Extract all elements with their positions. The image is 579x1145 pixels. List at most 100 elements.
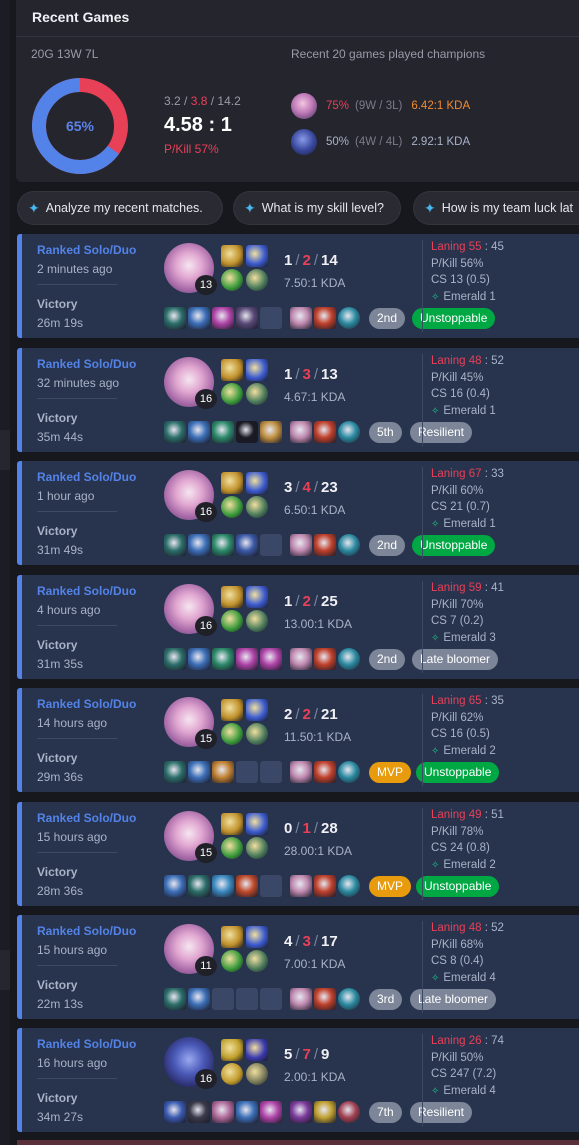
laning-value: 48 [468, 922, 482, 934]
item-build [164, 648, 362, 670]
match-card[interactable]: Ranked Solo/Duo 32 minutes ago Victory 35m … [17, 348, 579, 452]
kill-participation: P/Kill 62% [431, 711, 484, 724]
time-ago: 15 hours ago [37, 830, 108, 844]
item-slot-icon [188, 307, 210, 329]
champion-level: 16 [195, 1069, 217, 1089]
separator: / [295, 820, 300, 837]
placement-badge: 5th [369, 422, 402, 443]
item-slot-icon [260, 307, 282, 329]
summoner-spell-icon [221, 586, 243, 608]
rune-icon [221, 383, 243, 405]
divider [422, 467, 423, 559]
sidebar-tab [0, 950, 10, 990]
separator: / [313, 479, 319, 496]
time-ago: 16 hours ago [37, 1056, 108, 1070]
divider [16, 36, 579, 37]
ward-icon [338, 875, 360, 897]
separator: / [313, 820, 319, 837]
laning-value: 59 [468, 582, 482, 594]
match-card[interactable]: Ranked Solo/Duo 4 hours ago Victory 31m 35s… [17, 575, 579, 679]
item-slot-icon [236, 648, 258, 670]
item-slot-icon [290, 534, 312, 556]
item-slot-icon [212, 534, 234, 556]
laning-opponent-value: 35 [491, 695, 504, 707]
kda-ratio: 7.50:1 KDA [284, 276, 346, 290]
separator: / [295, 252, 300, 269]
separator: / [313, 252, 319, 269]
champion-kda: 6.42:1 KDA [411, 100, 471, 112]
rune-icon [221, 723, 243, 745]
item-slot-icon [164, 307, 186, 329]
match-result: Victory [37, 638, 78, 652]
creep-score: CS 16 (0.4) [431, 388, 490, 400]
rune-icon [221, 496, 243, 518]
queue-type: Ranked Solo/Duo [37, 697, 137, 711]
chip-label: How is my team luck lat [441, 201, 574, 215]
time-ago: 32 minutes ago [37, 376, 120, 390]
separator: / [313, 366, 319, 383]
recent-champion-row[interactable]: 75% (9W / 3L) 6.42:1 KDA [291, 92, 470, 120]
ai-prompt-chip[interactable]: ✦ Analyze my recent matches. [17, 191, 223, 225]
match-duration: 28m 36s [37, 884, 84, 898]
kda-score: 1/2/14 [284, 252, 338, 269]
laning-score: Laning 48 : 52 [431, 353, 504, 370]
divider [422, 921, 423, 1013]
match-card[interactable]: Ranked Solo/Duo 2 minutes ago Victory 26m 1… [17, 234, 579, 338]
avg-deaths: 3.8 [190, 94, 208, 108]
average-rank: ✧ Emerald 1 [431, 403, 504, 421]
item-build [164, 761, 362, 783]
match-card[interactable]: Ranked Solo/Duo 1 hour ago Victory 31m 49s 1… [17, 461, 579, 565]
kda-score: 5/7/9 [284, 1046, 329, 1063]
laning-opponent-value: 74 [491, 1035, 504, 1047]
match-stats: Laning 49 : 51 P/Kill 78% CS 24 (0.8) ✧ Emer… [431, 807, 504, 874]
kda-ratio: 4.58 : 1 [164, 114, 232, 136]
match-result: Victory [37, 524, 78, 538]
sparkle-icon: ✦ [28, 199, 40, 216]
item-build [164, 988, 362, 1010]
deaths: 1 [302, 820, 311, 837]
summoner-spell-icon [246, 359, 268, 381]
average-rank: ✧ Emerald 1 [431, 289, 504, 307]
champion-kda: 2.92:1 KDA [411, 136, 471, 148]
assists: 9 [321, 1046, 330, 1063]
summoner-spell-icon [246, 1039, 268, 1061]
match-card[interactable]: Ranked Solo/Duo 15 hours ago Victory 28m 36… [17, 802, 579, 906]
match-card[interactable]: Ranked Solo/Duo 14 hours ago Victory 29m 36… [17, 688, 579, 792]
item-slot-icon [314, 534, 336, 556]
item-slot-icon [290, 875, 312, 897]
kda-score: 0/1/28 [284, 820, 338, 837]
laning-colon: : [481, 1035, 492, 1047]
item-slot-icon [314, 761, 336, 783]
kda-ratio: 4.67:1 KDA [284, 390, 346, 404]
match-card[interactable]: Ranked Solo/Duo 15 hours ago Victory 22m 13… [17, 915, 579, 1019]
match-result: Victory [37, 751, 78, 765]
item-build [164, 875, 362, 897]
performance-tag: Unstoppable [416, 876, 500, 897]
match-stats: Laning 48 : 52 P/Kill 68% CS 8 (0.4) ✧ Emera… [431, 920, 504, 987]
ai-prompt-chip[interactable]: ✦ What is my skill level? [233, 191, 401, 225]
placement-badge: 2nd [369, 535, 406, 556]
winrate-label: 65% [65, 118, 95, 134]
placement-badge: 2nd [369, 308, 406, 329]
ward-icon [338, 1101, 360, 1123]
rune-tree-icon [246, 723, 268, 745]
match-card[interactable]: Ranked Solo/Duo 16 hours ago Victory 34m 27… [17, 1028, 579, 1132]
item-slot-icon [212, 307, 234, 329]
rune-icon [221, 837, 243, 859]
champion-win-loss: (4W / 4L) [355, 136, 403, 148]
recent-champion-row[interactable]: 50% (4W / 4L) 2.92:1 KDA [291, 128, 470, 156]
item-slot-icon [290, 761, 312, 783]
rune-tree-icon [246, 496, 268, 518]
ai-prompt-chip[interactable]: ✦ How is my team luck lat [413, 191, 579, 225]
match-stats: Laning 55 : 45 P/Kill 56% CS 13 (0.5) ✧ Emer… [431, 239, 504, 306]
laning-opponent-value: 52 [491, 922, 504, 934]
kill-participation: P/Kill 70% [431, 598, 484, 611]
separator: / [313, 933, 319, 950]
item-slot-icon [188, 875, 210, 897]
laning-score: Laning 65 : 35 [431, 693, 504, 710]
summoner-spell-icon [221, 699, 243, 721]
laning-label: Laning [431, 809, 466, 821]
item-build [164, 534, 362, 556]
assists: 13 [321, 366, 338, 383]
divider [422, 354, 423, 446]
